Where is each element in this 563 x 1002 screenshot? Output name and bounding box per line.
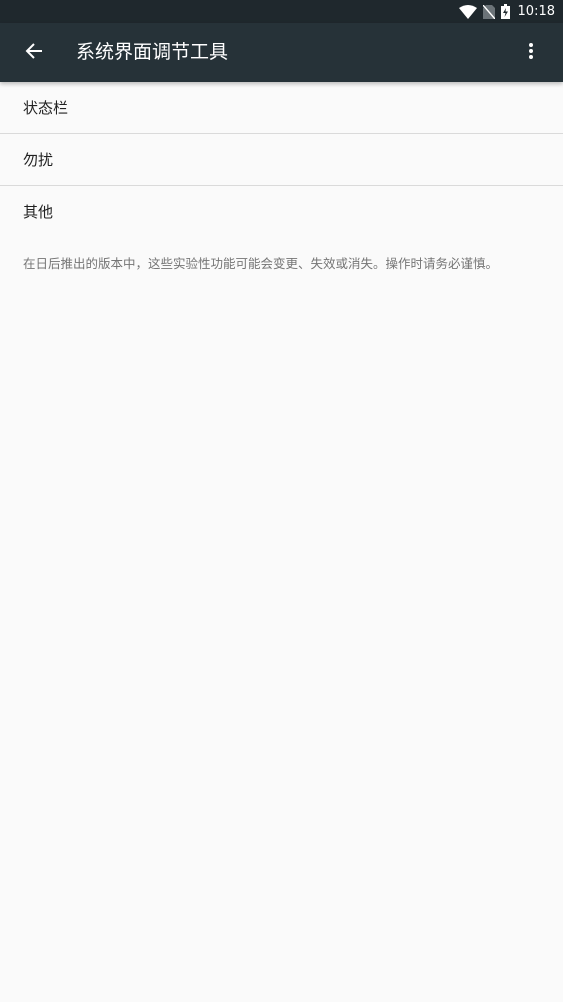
list-item-other[interactable]: 其他 [0, 186, 563, 238]
settings-list: 状态栏 勿扰 其他 在日后推出的版本中，这些实验性功能可能会变更、失效或消失。操… [0, 82, 563, 274]
status-time: 10:18 [517, 4, 555, 19]
more-vert-icon [529, 43, 533, 63]
back-button[interactable] [18, 37, 50, 69]
footer-note: 在日后推出的版本中，这些实验性功能可能会变更、失效或消失。操作时请务必谨慎。 [23, 256, 499, 271]
overflow-menu-button[interactable] [515, 37, 547, 69]
list-item-status-bar[interactable]: 状态栏 [0, 82, 563, 134]
status-bar: 10:18 [0, 0, 563, 23]
no-sim-icon [482, 4, 495, 19]
app-bar: 系统界面调节工具 [0, 23, 563, 82]
status-icons: 10:18 [458, 0, 555, 23]
page-title: 系统界面调节工具 [76, 41, 229, 63]
battery-charging-icon [500, 4, 510, 19]
arrow-back-icon [25, 42, 43, 64]
wifi-icon [458, 4, 477, 19]
list-item-do-not-disturb[interactable]: 勿扰 [0, 134, 563, 186]
